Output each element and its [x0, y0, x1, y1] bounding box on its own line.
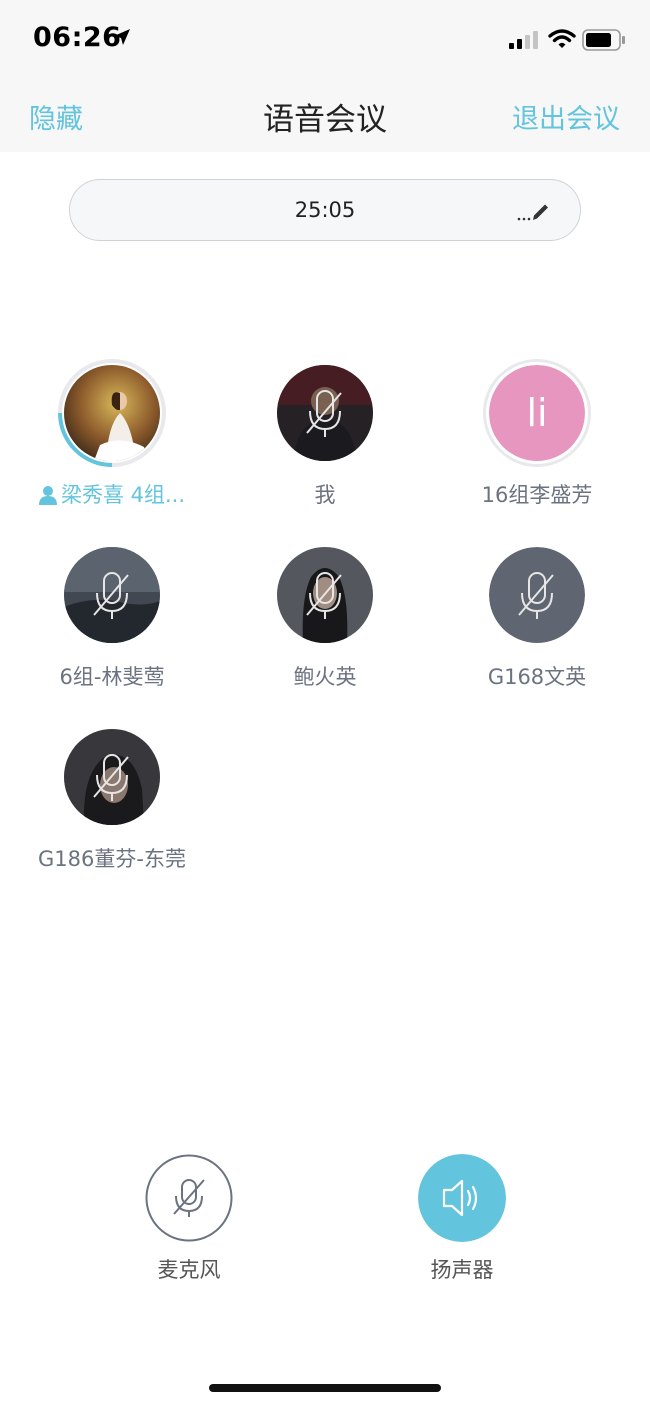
muted-mic-icon [306, 572, 342, 619]
home-indicator[interactable] [209, 1384, 441, 1392]
microphone-control[interactable]: 麦克风 [119, 1154, 259, 1304]
microphone-toggle-button[interactable] [145, 1154, 233, 1242]
avatar: li [489, 365, 585, 461]
status-bar: 06:26 [0, 0, 650, 80]
participant-name: 我 [314, 483, 336, 507]
participant-name: G186董芬-东莞 [38, 847, 186, 871]
meeting-timer: 25:05 [294, 198, 356, 222]
location-arrow-icon [114, 29, 130, 45]
speaker-label: 扬声器 [430, 1258, 494, 1282]
muted-mic-icon [306, 390, 342, 437]
wifi-icon [548, 29, 576, 48]
meeting-timer-bar[interactable]: 25:05 [69, 179, 581, 241]
status-time: 06:26 [33, 22, 122, 53]
nav-bar: 隐藏 语音会议 退出会议 [0, 80, 650, 152]
muted-mic-icon [93, 754, 129, 801]
participant-tile[interactable]: 梁秀喜 4组... [12, 359, 212, 525]
participant-name: 6组-林斐莺 [59, 665, 165, 689]
participant-name: 鲍火英 [293, 665, 357, 689]
speaker-control[interactable]: 扬声器 [392, 1154, 532, 1304]
host-person-icon [38, 486, 57, 505]
participant-tile[interactable]: G186董芬-东莞 [12, 729, 212, 889]
muted-mic-icon [518, 572, 554, 619]
participant-tile[interactable]: 6组-林斐莺 [12, 547, 212, 707]
cellular-signal-icon [509, 31, 538, 49]
speaker-toggle-button[interactable] [418, 1154, 506, 1242]
participant-tile[interactable]: li 16组李盛芳 [437, 359, 637, 525]
avatar-initials: li [526, 391, 547, 435]
muted-mic-icon [93, 572, 129, 619]
exit-meeting-button[interactable]: 退出会议 [512, 97, 620, 136]
participant-name: 16组李盛芳 [481, 483, 593, 507]
participant-tile[interactable]: 我 [225, 365, 425, 525]
edit-icon[interactable] [516, 200, 550, 222]
microphone-label: 麦克风 [157, 1258, 221, 1282]
participant-tile[interactable]: G168文英 [437, 547, 637, 707]
participant-name: G168文英 [487, 665, 587, 689]
participant-name: 梁秀喜 4组... [0, 479, 232, 509]
battery-icon [582, 29, 625, 51]
participant-tile[interactable]: 鲍火英 [225, 547, 425, 707]
avatar [64, 365, 160, 461]
